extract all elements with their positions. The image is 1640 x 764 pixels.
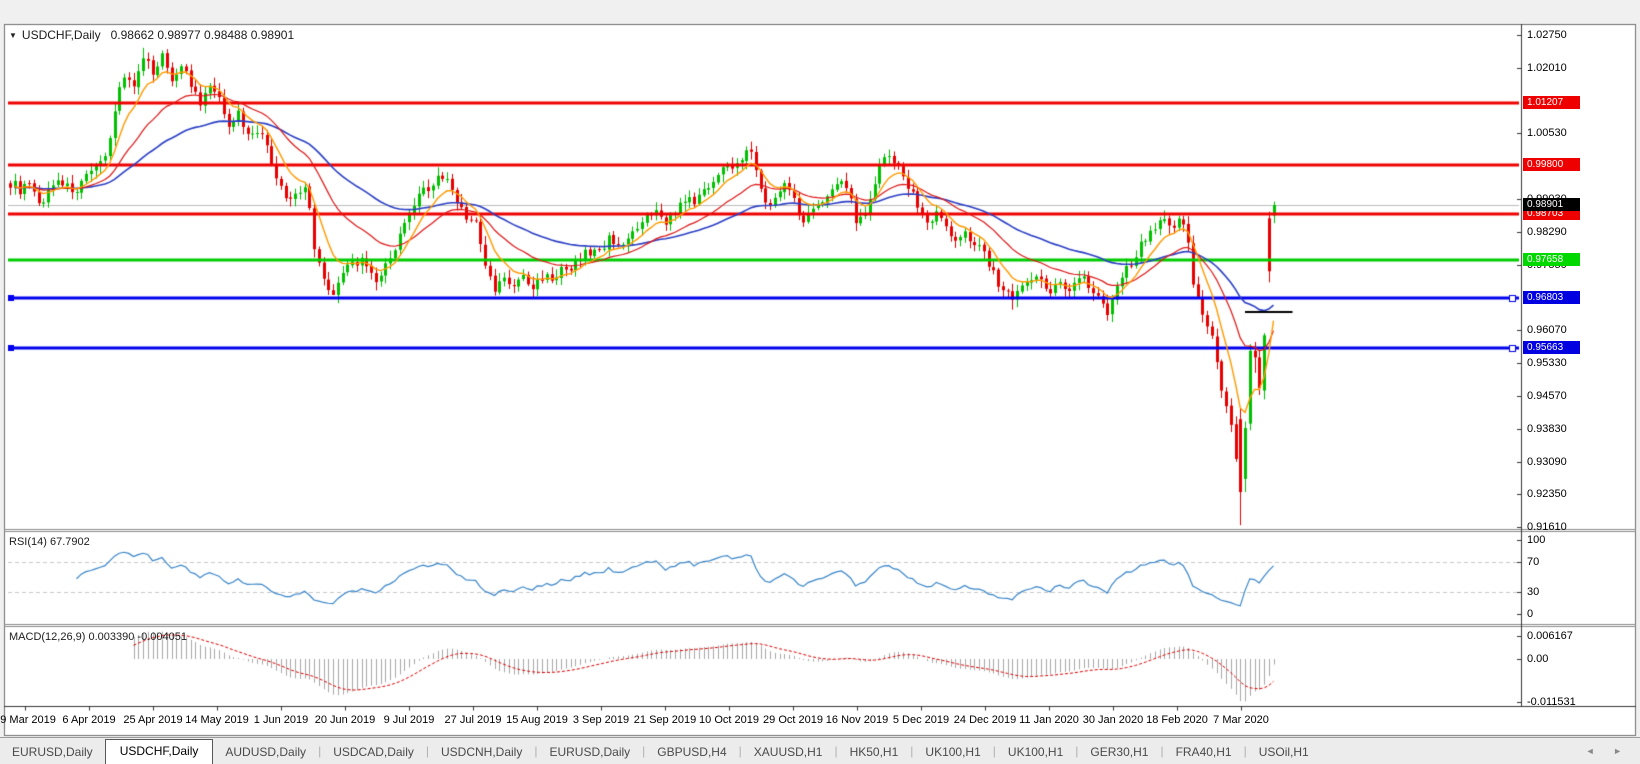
price-axis[interactable] <box>1522 24 1640 706</box>
rsi-pane-title: RSI(14) 67.7902 <box>9 536 90 548</box>
tab-scroll-arrows[interactable]: ◄ ► <box>1586 746 1630 756</box>
macd-label: MACD(12,26,9) <box>9 631 85 643</box>
price-level-tag[interactable]: 0.96803 <box>1523 291 1580 304</box>
price-level-tag[interactable]: 0.95663 <box>1523 341 1580 354</box>
price-level-tag[interactable]: 0.97658 <box>1523 253 1580 266</box>
price-chart-canvas[interactable] <box>0 0 1640 764</box>
chart-title: ▼ USDCHF,Daily 0.98662 0.98977 0.98488 0.9… <box>9 28 294 42</box>
current-price-tag: 0.98901 <box>1523 198 1580 211</box>
chart-ohlc-values: 0.98662 0.98977 0.98488 0.98901 <box>111 28 295 42</box>
tab-usdcad-daily[interactable]: USDCAD,Daily <box>321 741 426 764</box>
tab-usdchf-daily[interactable]: USDCHF,Daily <box>105 739 214 764</box>
chart-window: ▼ USDCHF,Daily 0.98662 0.98977 0.98488 0.9… <box>0 0 1640 764</box>
chart-symbol-period: USDCHF,Daily <box>22 28 101 42</box>
tab-gbpusd-h4[interactable]: GBPUSD,H4 <box>645 741 738 764</box>
rsi-value: 67.7902 <box>50 536 90 548</box>
price-level-tag[interactable]: 1.01207 <box>1523 96 1580 109</box>
tab-uk100-h1[interactable]: UK100,H1 <box>913 741 992 764</box>
mt4-window: ▼ M1M5M15M30H1H4D1W1MN ▼USDCHF,Daily0.98… <box>0 0 1640 764</box>
tab-audusd-daily[interactable]: AUDUSD,Daily <box>213 741 318 764</box>
tab-ger30-h1[interactable]: GER30,H1 <box>1078 741 1160 764</box>
tab-eurusd-daily[interactable]: EURUSD,Daily <box>537 741 642 764</box>
tab-xauusd-h1[interactable]: XAUUSD,H1 <box>742 741 835 764</box>
macd-pane-title: MACD(12,26,9) 0.003390 -0.004051 <box>9 631 187 643</box>
tab-uk100-h1[interactable]: UK100,H1 <box>996 741 1075 764</box>
collapse-arrow-icon[interactable]: ▼ <box>9 31 17 40</box>
date-axis[interactable] <box>4 707 1521 736</box>
tab-usdcnh-daily[interactable]: USDCNH,Daily <box>429 741 534 764</box>
tab-fra40-h1[interactable]: FRA40,H1 <box>1164 741 1244 764</box>
tab-hk50-h1[interactable]: HK50,H1 <box>838 741 911 764</box>
tab-usoil-h1[interactable]: USOil,H1 <box>1247 741 1321 764</box>
macd-values: 0.003390 -0.004051 <box>88 631 186 643</box>
rsi-label: RSI(14) <box>9 536 47 548</box>
chart-tab-bar: EURUSD,DailyUSDCHF,DailyAUDUSD,Daily|USD… <box>0 737 1640 764</box>
tab-eurusd-daily[interactable]: EURUSD,Daily <box>0 741 105 764</box>
price-level-tag[interactable]: 0.99800 <box>1523 158 1580 171</box>
